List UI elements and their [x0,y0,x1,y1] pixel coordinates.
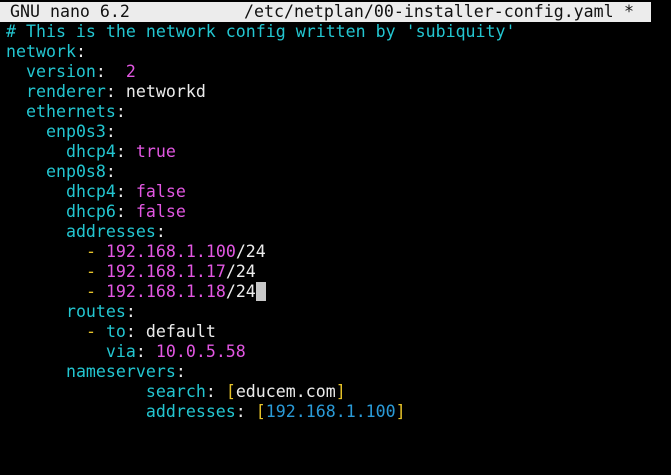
version-line: version: 2 [25,62,136,81]
route-via-line: via: 10.0.5.58 [105,342,246,361]
interface-enp0s8-line: enp0s8: [45,162,116,181]
nano-title-bar: GNU nano 6.2 /etc/netplan/00-installer-c… [0,2,651,22]
address-item: - 192.168.1.17/24 [85,262,256,281]
route-to-line: - to: default [85,322,216,341]
address-item: - 192.168.1.100/24 [85,242,266,261]
renderer-line: renderer: networkd [25,82,206,101]
address-item: - 192.168.1.18/24 [6,282,666,302]
editor-text-area[interactable]: # This is the network config written by … [6,22,666,422]
enp0s3-dhcp4-line: dhcp4: true [65,142,176,161]
text-cursor [255,282,266,301]
interface-enp0s3-line: enp0s3: [45,122,116,141]
file-path-label: /etc/netplan/00-installer-config.yaml [244,2,614,21]
routes-line: routes: [65,302,136,321]
network-line: network: [6,42,86,61]
nameserver-addresses-line: addresses: [192.168.1.100] [145,402,406,421]
app-version-label: GNU nano 6.2 [10,2,130,21]
ethernets-line: ethernets: [25,102,126,121]
enp0s8-dhcp4-line: dhcp4: false [65,182,186,201]
modified-indicator: * [624,2,634,21]
addresses-line: addresses: [65,222,166,241]
enp0s8-dhcp6-line: dhcp6: false [65,202,186,221]
nameservers-line: nameservers: [65,362,186,381]
nameserver-search-line: search: [educem.com] [145,382,346,401]
comment-line: # This is the network config written by … [6,22,516,41]
